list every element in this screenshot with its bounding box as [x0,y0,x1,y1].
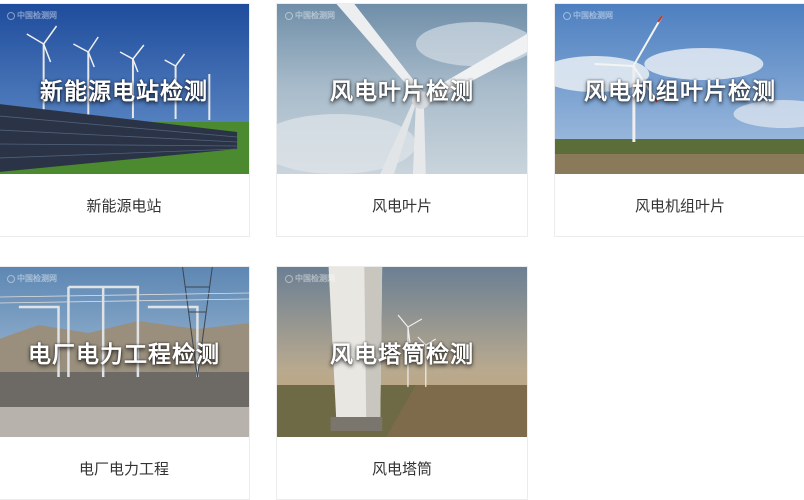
card-caption[interactable]: 风电机组叶片 [555,174,804,236]
card-overlay-title: 电厂电力工程检测 [28,342,220,368]
card-wind-turbine-blade[interactable]: 中国检测网 风电机组叶片检测 风电机组叶片 [554,3,804,237]
card-caption[interactable]: 风电塔筒 [277,437,527,499]
card-caption[interactable]: 新能源电站 [0,174,249,236]
card-power-plant-engineering[interactable]: 中国检测网 电厂电力工程检测 电厂电力工程 [0,266,250,500]
card-overlay-title: 风电叶片检测 [330,79,474,105]
card-image: 中国检测网 新能源电站检测 [0,4,249,174]
card-overlay-title: 风电机组叶片检测 [584,79,776,105]
card-overlay-title: 新能源电站检测 [40,79,208,105]
card-caption[interactable]: 风电叶片 [277,174,527,236]
card-image: 中国检测网 风电塔筒检测 [277,267,527,437]
card-image: 中国检测网 风电机组叶片检测 [555,4,804,174]
card-overlay-title: 风电塔筒检测 [330,342,474,368]
card-image: 中国检测网 电厂电力工程检测 [0,267,249,437]
card-wind-blade[interactable]: 中国检测网 风电叶片检测 风电叶片 [276,3,528,237]
card-caption[interactable]: 电厂电力工程 [0,437,249,499]
card-new-energy-station[interactable]: 中国检测网 新能源电站检测 新能源电站 [0,3,250,237]
card-wind-tower[interactable]: 中国检测网 风电塔筒检测 风电塔筒 [276,266,528,500]
card-image: 中国检测网 风电叶片检测 [277,4,527,174]
